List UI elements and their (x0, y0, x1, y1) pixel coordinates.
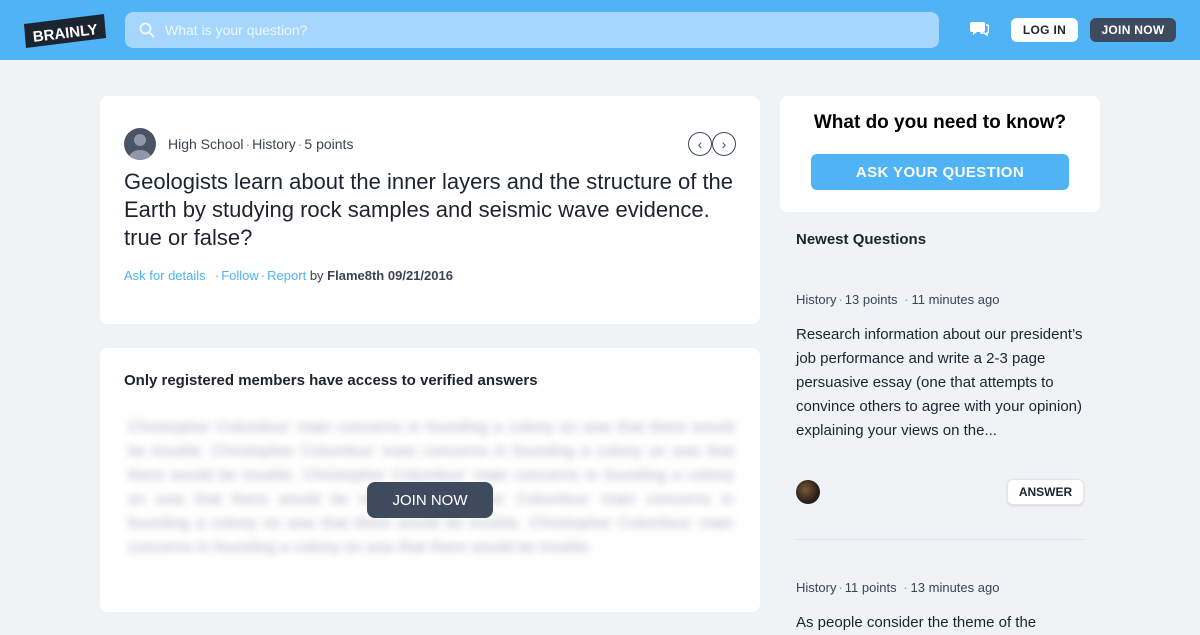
nq-text[interactable]: As people consider the theme of the (796, 611, 1084, 635)
question-points: 5 points (304, 136, 354, 152)
question-meta: High School · History · 5 points (168, 136, 354, 152)
by-label: by (309, 268, 324, 283)
ask-for-details-link[interactable]: Ask for details (124, 268, 206, 283)
author-name[interactable]: Flame8th (327, 268, 384, 283)
nq-points: 13 points (844, 292, 898, 307)
top-bar: BRAINLY LOG IN JOIN NOW (0, 0, 1200, 60)
nq-time: 13 minutes ago (910, 580, 1000, 595)
search-icon (139, 22, 155, 38)
search-bar[interactable] (125, 12, 939, 48)
question-navigation: ‹ › (688, 132, 736, 156)
nq-subject[interactable]: History (796, 580, 836, 595)
ask-title: What do you need to know? (813, 112, 1067, 133)
nq-time: 11 minutes ago (911, 292, 1000, 307)
nq-subject[interactable]: History (796, 292, 836, 307)
answer-gate-card: Only registered members have access to v… (100, 348, 760, 612)
report-link[interactable]: Report (267, 268, 306, 283)
nq-points: 11 points (844, 580, 897, 595)
messages-icon[interactable] (969, 20, 989, 38)
question-actions: Ask for details · Follow · Report by Flame8… (124, 268, 453, 283)
asker-avatar[interactable] (124, 128, 156, 160)
question-date: 09/21/2016 (387, 268, 453, 283)
answer-button[interactable]: ANSWER (1007, 479, 1084, 505)
previous-arrow-icon[interactable]: ‹ (688, 132, 712, 156)
ask-your-question-button[interactable]: ASK YOUR QUESTION (811, 154, 1069, 190)
answer-gate-heading: Only registered members have access to v… (124, 372, 538, 389)
nq-text[interactable]: Research information about our president… (796, 323, 1084, 443)
question-level[interactable]: High School (168, 136, 244, 152)
join-now-button[interactable]: JOIN NOW (1090, 18, 1176, 42)
newest-question-meta: History · 13 points · 11 minutes ago (796, 292, 1000, 307)
next-arrow-icon[interactable]: › (712, 132, 736, 156)
newest-questions-heading: Newest Questions (796, 231, 927, 248)
follow-link[interactable]: Follow (221, 268, 259, 283)
newest-question-meta: History · 11 points · 13 minutes ago (796, 580, 1000, 595)
newest-question-item[interactable]: History · 11 points · 13 minutes ago As peo… (796, 580, 1084, 635)
question-text: Geologists learn about the inner layers … (124, 169, 734, 250)
search-input[interactable] (165, 22, 939, 38)
login-button[interactable]: LOG IN (1011, 18, 1078, 42)
brainly-logo[interactable]: BRAINLY (24, 14, 106, 48)
user-silhouette-icon (129, 134, 151, 160)
newest-question-item[interactable]: History · 13 points · 11 minutes ago Resear… (796, 292, 1084, 443)
question-card: High School · History · 5 points ‹ › Geologi… (100, 96, 760, 324)
ask-question-card: What do you need to know? ASK YOUR QUEST… (780, 96, 1100, 212)
question-subject[interactable]: History (252, 136, 296, 152)
divider (796, 539, 1084, 540)
join-now-answer-button[interactable]: JOIN NOW (367, 482, 493, 518)
nq-user-avatar[interactable] (796, 480, 820, 504)
